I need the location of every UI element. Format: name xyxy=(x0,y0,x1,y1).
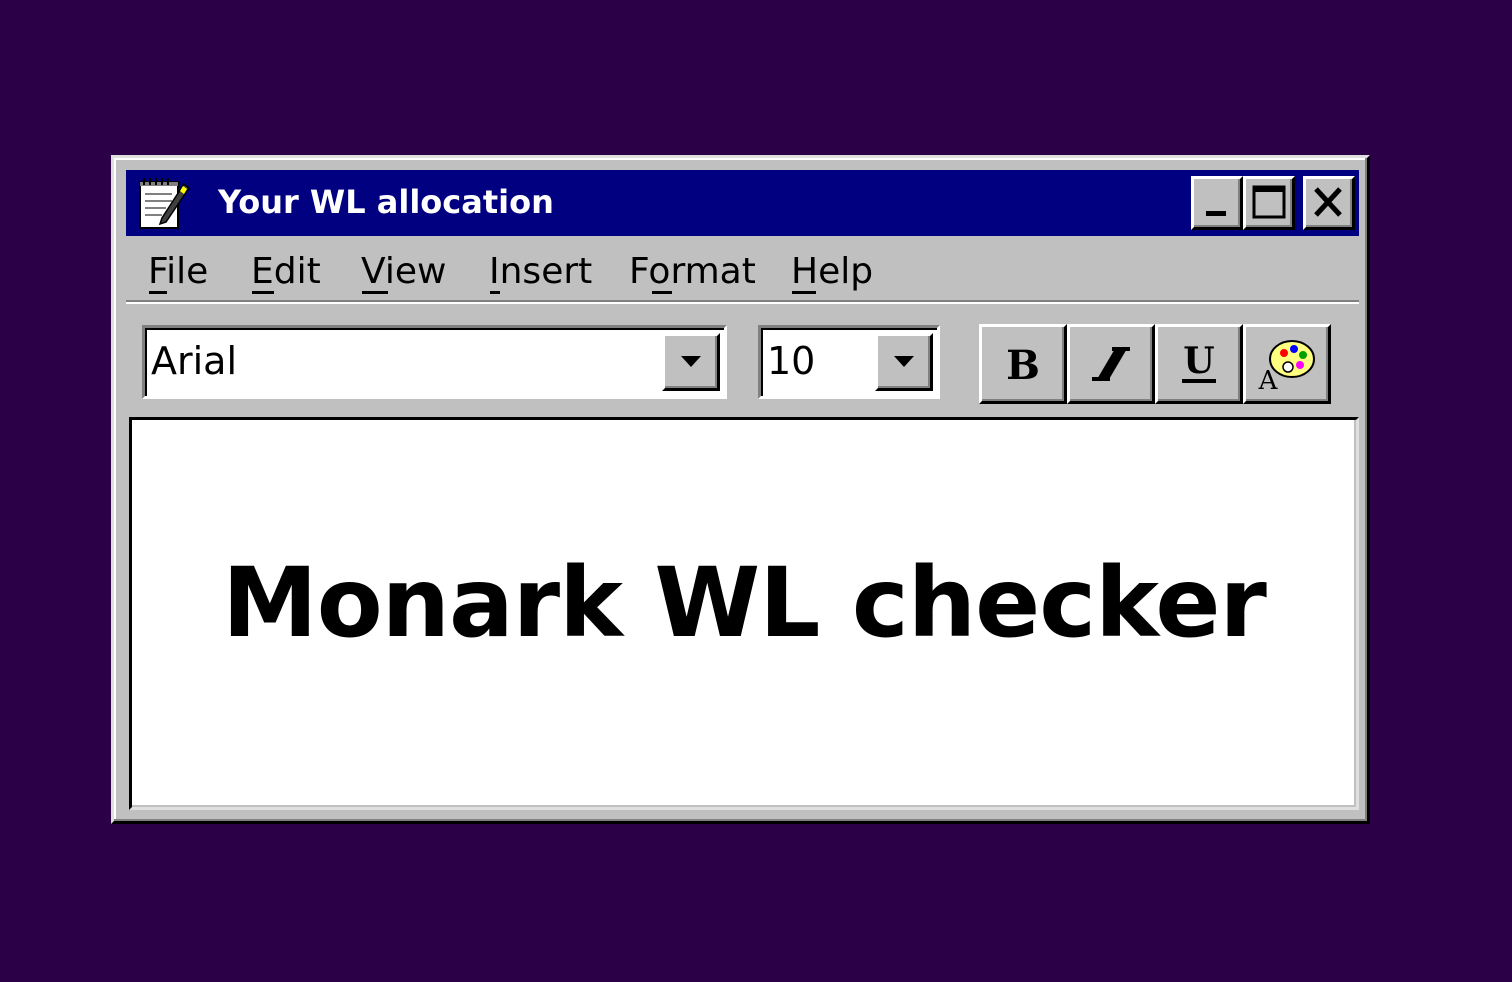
close-icon xyxy=(1314,187,1342,217)
font-name-value: Arial xyxy=(151,339,238,383)
svg-text:U: U xyxy=(1183,340,1214,382)
menu-help-mnemonic xyxy=(792,291,816,294)
menu-edit[interactable]: Edit xyxy=(251,250,321,294)
app-window: Your WL allocation File Edit View Insert… xyxy=(111,155,1370,824)
menu-edit-mnemonic xyxy=(252,291,274,294)
menu-view-mnemonic xyxy=(362,291,388,294)
font-size-dropdown-button[interactable] xyxy=(875,333,933,391)
dropdown-arrow-icon xyxy=(894,356,914,367)
format-buttons: B U A xyxy=(979,324,1331,404)
menu-insert-mnemonic xyxy=(490,291,500,294)
notepad-pen-icon[interactable] xyxy=(136,176,191,232)
font-size-value: 10 xyxy=(767,339,816,383)
title-bar[interactable]: Your WL allocation xyxy=(126,170,1359,236)
menu-file-mnemonic xyxy=(149,291,167,294)
bold-button[interactable]: B xyxy=(979,324,1067,404)
underline-icon: U xyxy=(1182,340,1216,383)
italic-button[interactable] xyxy=(1067,324,1155,404)
menu-view[interactable]: View xyxy=(361,250,446,294)
menu-file[interactable]: File xyxy=(148,250,208,294)
close-button[interactable] xyxy=(1303,176,1355,230)
maximize-icon xyxy=(1252,185,1286,219)
color-button[interactable]: A xyxy=(1243,324,1331,404)
minimize-button[interactable] xyxy=(1191,176,1243,230)
underline-button[interactable]: U xyxy=(1155,324,1243,404)
font-size-select[interactable]: 10 xyxy=(758,325,940,399)
font-name-dropdown-button[interactable] xyxy=(662,333,720,391)
color-palette-icon: A xyxy=(1258,340,1315,396)
menu-help[interactable]: Help xyxy=(791,250,873,294)
italic-icon xyxy=(1092,347,1130,381)
menu-insert[interactable]: Insert xyxy=(489,250,592,294)
menu-format-mnemonic xyxy=(652,291,672,294)
svg-text:A: A xyxy=(1258,366,1279,396)
minimize-icon xyxy=(1206,211,1226,216)
bold-icon: B xyxy=(1006,342,1040,389)
maximize-button[interactable] xyxy=(1243,176,1295,230)
svg-text:B: B xyxy=(1006,342,1040,389)
dropdown-arrow-icon xyxy=(681,356,701,367)
menu-format[interactable]: Format xyxy=(629,250,756,294)
font-name-select[interactable]: Arial xyxy=(142,325,727,399)
window-title: Your WL allocation xyxy=(218,183,554,221)
document-text: Monark WL checker xyxy=(222,547,1267,659)
menu-bar: File Edit View Insert Format Help xyxy=(126,240,1359,302)
document-area[interactable]: Monark WL checker xyxy=(129,417,1359,810)
